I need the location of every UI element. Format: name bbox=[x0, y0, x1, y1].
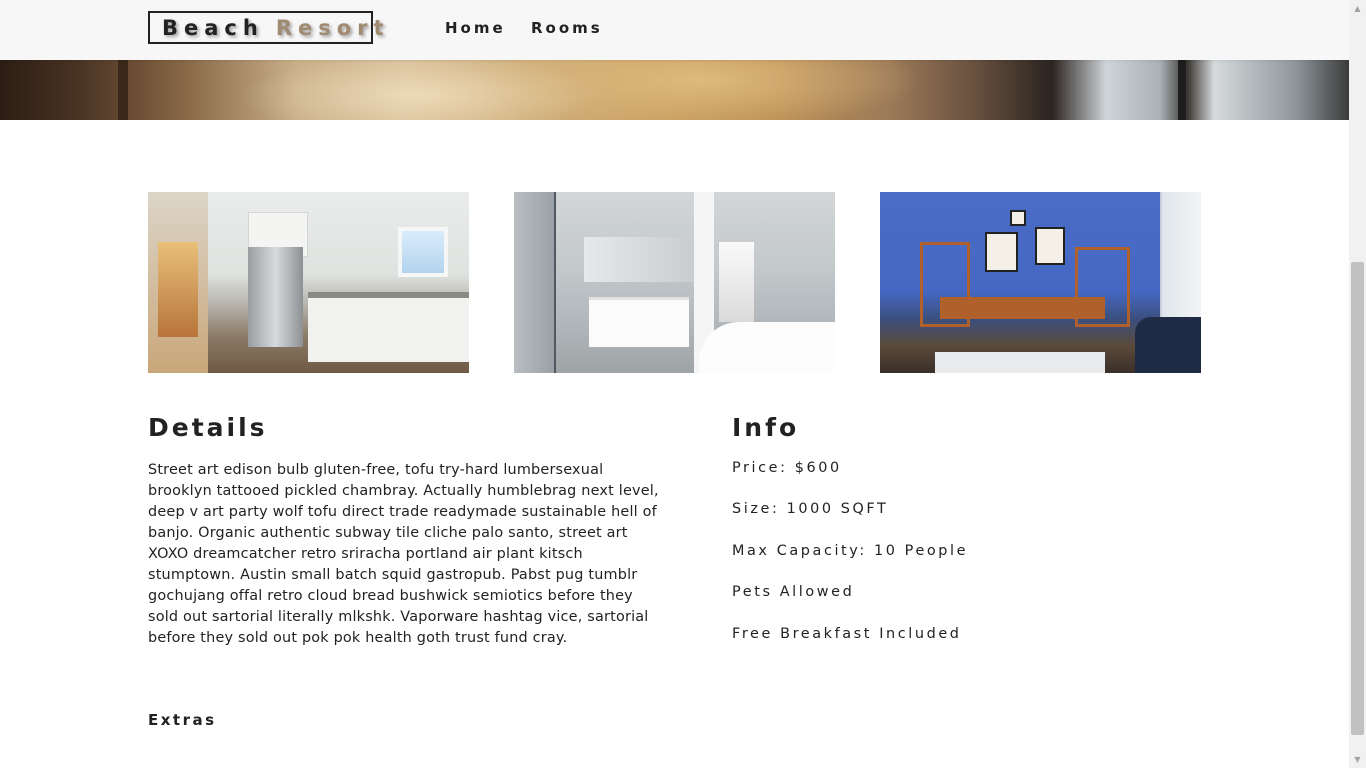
info-breakfast: Free Breakfast Included bbox=[732, 626, 962, 642]
bathroom-towel-rack bbox=[719, 242, 754, 322]
info-heading: Info bbox=[732, 413, 800, 442]
office-coffee-table bbox=[935, 352, 1105, 373]
navbar: Beach Resort Home Rooms bbox=[0, 0, 1349, 60]
details-description: Street art edison bulb gluten-free, tofu… bbox=[148, 462, 659, 646]
info-capacity: Max Capacity: 10 People bbox=[732, 543, 969, 559]
bathroom-glass-panel bbox=[514, 192, 556, 373]
room-image-bathroom bbox=[514, 192, 835, 373]
logo-link[interactable]: Beach Resort bbox=[148, 11, 384, 44]
logo-word-beach: Beach bbox=[162, 15, 264, 40]
kitchen-window bbox=[398, 227, 448, 277]
room-image-kitchen bbox=[148, 192, 469, 373]
info-pets: Pets Allowed bbox=[732, 584, 855, 600]
kitchen-fridge bbox=[248, 247, 303, 347]
details-heading: Details bbox=[148, 413, 268, 442]
office-frame-2 bbox=[1035, 227, 1065, 265]
nav-rooms-link[interactable]: Rooms bbox=[531, 19, 603, 37]
room-image-office bbox=[880, 192, 1201, 373]
info-price: Price: $600 bbox=[732, 460, 842, 476]
office-frame-1 bbox=[985, 232, 1018, 272]
scrollbar-thumb[interactable] bbox=[1351, 262, 1364, 735]
scroll-up-arrow-icon[interactable]: ▲ bbox=[1349, 0, 1366, 17]
info-size: Size: 1000 SQFT bbox=[732, 501, 889, 517]
hero-bedpost bbox=[118, 60, 128, 120]
kitchen-room-view bbox=[158, 242, 198, 337]
bathroom-mirror bbox=[584, 237, 694, 282]
nav-home-link[interactable]: Home bbox=[445, 19, 506, 37]
extras-heading: Extras bbox=[148, 711, 217, 729]
bathroom-vanity bbox=[589, 297, 689, 347]
bathroom-bathtub bbox=[699, 322, 835, 373]
hero-window-frame bbox=[1178, 60, 1186, 120]
office-armchair bbox=[1135, 317, 1201, 373]
scroll-down-arrow-icon[interactable]: ▼ bbox=[1349, 751, 1366, 768]
kitchen-counter bbox=[308, 292, 469, 362]
page-scrollbar[interactable]: ▲ ▼ bbox=[1349, 0, 1366, 768]
office-frame-3 bbox=[1010, 210, 1026, 226]
logo-word-resort: Resort bbox=[275, 15, 390, 40]
office-desk bbox=[940, 297, 1105, 319]
